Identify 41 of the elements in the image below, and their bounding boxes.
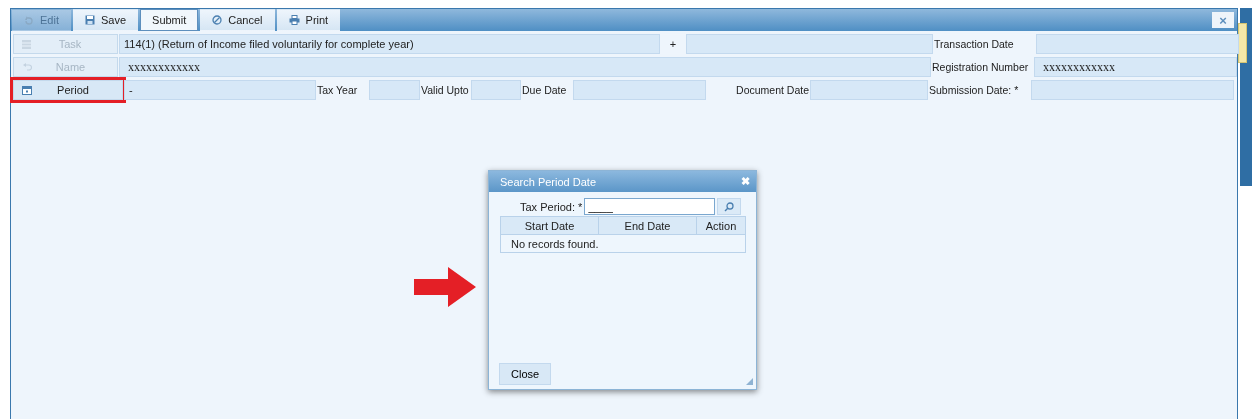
field-label: Registration Number <box>932 60 1030 75</box>
row-button[interactable]: Period <box>13 80 123 100</box>
text-field[interactable]: xxxxxxxxxxxx <box>1034 57 1237 77</box>
side-tab[interactable] <box>1238 23 1247 63</box>
text-field[interactable] <box>471 80 521 100</box>
save-icon <box>84 15 95 25</box>
toolbar-button[interactable]: Cancel <box>200 9 275 31</box>
toolbar-button[interactable]: Print <box>276 9 341 31</box>
field-label: Tax Period: * <box>520 200 583 213</box>
undo-icon <box>24 15 34 25</box>
text-field[interactable]: xxxxxxxxxxxx <box>119 57 931 77</box>
calendar-icon <box>22 85 32 95</box>
resize-grip-icon[interactable] <box>746 378 753 385</box>
plus-sign: + <box>668 37 678 52</box>
dialog-title: Search Period Date <box>500 175 596 188</box>
undo-icon <box>22 63 32 71</box>
close-button[interactable]: Close <box>499 363 552 385</box>
search-button[interactable] <box>717 198 742 215</box>
field-label: Submission Date: * <box>929 83 1020 98</box>
field-label: Transaction Date <box>934 37 1015 52</box>
text-field[interactable] <box>1036 34 1239 54</box>
field-label: Due Date <box>522 83 568 98</box>
field-label: Tax Year <box>317 83 359 98</box>
toolbar-button[interactable]: Save <box>72 9 139 31</box>
text-field[interactable] <box>686 34 933 54</box>
text-field[interactable] <box>573 80 706 100</box>
column-header[interactable]: Action <box>697 217 745 234</box>
text-field[interactable] <box>1031 80 1234 100</box>
field-label: Valid Upto <box>421 83 470 98</box>
cancel-icon <box>212 15 223 25</box>
search-icon <box>724 201 735 212</box>
field-label: Document Date <box>735 83 809 98</box>
toolbar-button[interactable]: Submit <box>140 9 199 31</box>
tax-period-field[interactable]: ____ <box>584 198 716 215</box>
text-field[interactable]: - <box>124 80 316 100</box>
text-field[interactable] <box>369 80 420 100</box>
grid-icon <box>22 39 31 49</box>
text-field[interactable] <box>810 80 928 100</box>
text-field[interactable]: 114(1) (Return of Income filed voluntarily for complete year) <box>119 34 660 54</box>
pointer-arrow <box>414 267 476 307</box>
printer-icon <box>288 15 300 25</box>
